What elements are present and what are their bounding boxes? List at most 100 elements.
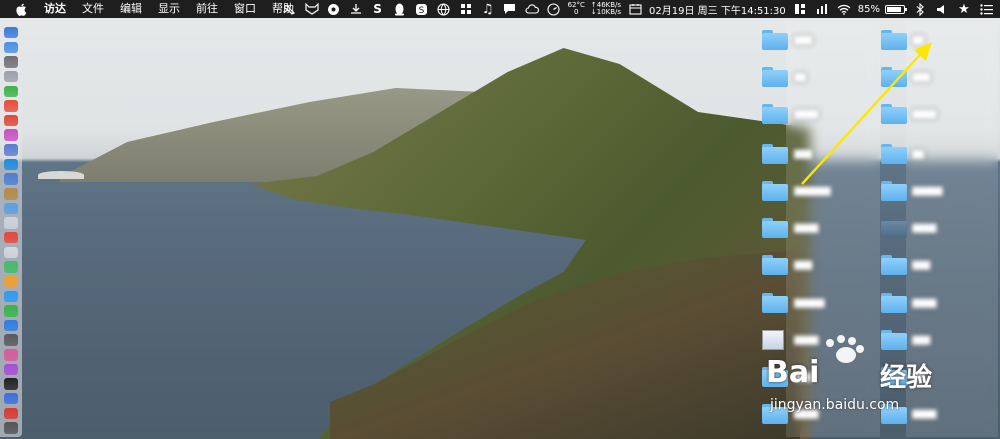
battery-percent[interactable]: 85% (858, 4, 880, 15)
dock-app-icon-2[interactable] (4, 56, 18, 68)
dock-app-icon-5[interactable] (4, 100, 18, 112)
download-icon[interactable] (348, 2, 364, 16)
s-badge-icon[interactable]: S (414, 2, 430, 16)
window-layout-icon[interactable] (792, 2, 808, 16)
qq-penguin-icon[interactable] (392, 2, 408, 16)
desktop-item-label: ███ (912, 261, 931, 270)
temp-sub-value: 0 (573, 8, 579, 16)
wifi-icon[interactable] (836, 2, 852, 16)
dock-app-icon-27[interactable] (4, 422, 18, 434)
battery-icon[interactable] (885, 4, 907, 14)
folder-icon (762, 255, 788, 275)
desktop-item-left-1[interactable] (762, 67, 788, 87)
grid-icon[interactable] (458, 2, 474, 16)
desktop-item-left-0[interactable] (762, 30, 788, 50)
dock-app-icon-18[interactable] (4, 290, 18, 302)
network-speed[interactable]: ↑46KB/s ↓10KB/s (591, 2, 621, 16)
dock-app-icon-6[interactable] (4, 114, 18, 127)
desktop-item-label: ████ (912, 224, 937, 233)
folder-icon (762, 144, 788, 164)
spotlight-star-icon[interactable]: ★ (956, 2, 972, 17)
dock-app-icon-16[interactable] (4, 261, 18, 273)
dock-app-icon-15[interactable] (4, 246, 18, 259)
dock-app-icon-22[interactable] (4, 349, 18, 361)
gauge-icon[interactable] (546, 2, 562, 16)
dock-app-icon-26[interactable] (4, 407, 18, 420)
bluetooth-icon[interactable] (912, 2, 928, 16)
annotation-arrow (801, 42, 932, 185)
svg-text:S: S (419, 6, 425, 16)
wrench-icon[interactable] (282, 2, 298, 16)
dock-app-icon-13[interactable] (4, 217, 18, 229)
dock-app-icon-12[interactable] (4, 202, 18, 215)
dock-app-icon-8[interactable] (4, 144, 18, 156)
folder-icon (762, 218, 788, 238)
desktop-item-left-7[interactable] (762, 293, 788, 313)
dock (0, 24, 22, 437)
folder-icon (762, 30, 788, 50)
menu-bar: 访达 文件 编辑 显示 前往 窗口 帮助 S S ♫ 62°C 0 ↑46KB/… (0, 0, 1000, 18)
desktop-item-label: █████ (794, 299, 825, 308)
desktop-item-label: ███ (794, 261, 813, 270)
cpu-temperature[interactable]: 62°C 0 (568, 2, 585, 16)
desktop-item-left-4[interactable] (762, 181, 788, 201)
folder-icon (762, 67, 788, 87)
dock-app-icon-3[interactable] (4, 70, 18, 83)
dock-app-icon-7[interactable] (4, 129, 18, 141)
dock-app-icon-23[interactable] (4, 363, 18, 376)
folder-icon (762, 104, 788, 124)
menu-go[interactable]: 前往 (188, 0, 226, 18)
folder-icon (762, 181, 788, 201)
dock-app-icon-19[interactable] (4, 305, 18, 317)
menu-app-finder[interactable]: 访达 (36, 0, 74, 18)
desktop-item-right-7[interactable] (881, 293, 907, 313)
menu-window[interactable]: 窗口 (226, 0, 264, 18)
dock-app-icon-9[interactable] (4, 158, 18, 171)
desktop-item-right-5[interactable] (881, 218, 907, 238)
desktop-item-left-6[interactable] (762, 255, 788, 275)
fox-icon[interactable] (304, 2, 320, 16)
dock-app-icon-14[interactable] (4, 231, 18, 244)
menu-edit[interactable]: 编辑 (112, 0, 150, 18)
dock-app-icon-1[interactable] (4, 41, 18, 54)
dock-app-icon-11[interactable] (4, 188, 18, 200)
dock-app-icon-17[interactable] (4, 275, 18, 288)
watermark-logo-text: Bai (766, 355, 820, 390)
notification-center-icon[interactable] (978, 2, 994, 16)
desktop-item-right-6[interactable] (881, 255, 907, 275)
status-area: S S ♫ 62°C 0 ↑46KB/s ↓10KB/s 02月19日 周三 下… (279, 0, 1000, 18)
desktop-item-label: ████ (794, 224, 819, 233)
desktop-item-left-2[interactable] (762, 104, 788, 124)
folder-icon (881, 255, 907, 275)
desktop-item-label: ████ (912, 299, 937, 308)
desktop-item-left-5[interactable] (762, 218, 788, 238)
islet (38, 171, 84, 179)
globe-icon[interactable] (436, 2, 452, 16)
message-icon[interactable] (502, 2, 518, 16)
watermark-logo-text-cn: 经验 (880, 363, 933, 393)
clock[interactable]: 02月19日 周三 下午14:51:30 (649, 2, 786, 17)
calendar-icon[interactable] (627, 2, 643, 16)
desktop-item-left-3[interactable] (762, 144, 788, 164)
dock-app-icon-20[interactable] (4, 319, 18, 332)
net-download: ↓10KB/s (590, 8, 622, 16)
music-note-icon[interactable]: ♫ (480, 2, 496, 17)
dock-app-icon-21[interactable] (4, 334, 18, 346)
folder-icon (881, 218, 907, 238)
apple-icon[interactable] (14, 2, 28, 16)
dock-app-icon-4[interactable] (4, 85, 18, 98)
steering-icon[interactable] (326, 2, 342, 16)
volume-icon[interactable] (934, 2, 950, 16)
cloud-icon[interactable] (524, 2, 540, 16)
menu-file[interactable]: 文件 (74, 0, 112, 18)
folder-icon (881, 293, 907, 313)
dock-app-icon-10[interactable] (4, 173, 18, 185)
cpu-monitor-icon[interactable] (814, 2, 830, 16)
menu-view[interactable]: 显示 (150, 0, 188, 18)
baidu-watermark: Bai 经验 jingyan.baidu.com (762, 333, 962, 433)
dock-app-icon-0[interactable] (4, 27, 18, 39)
dock-app-icon-25[interactable] (4, 393, 18, 405)
dock-app-icon-24[interactable] (4, 378, 18, 390)
folder-icon (762, 293, 788, 313)
s-app-icon[interactable]: S (370, 2, 386, 16)
